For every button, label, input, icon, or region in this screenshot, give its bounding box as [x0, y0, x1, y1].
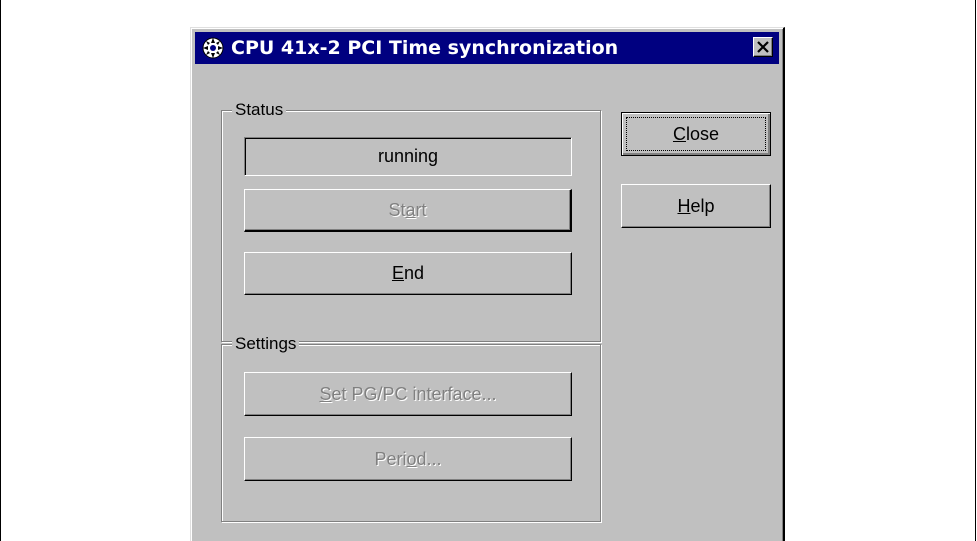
start-button[interactable]: St a rt: [244, 189, 572, 232]
status-group: Status running St a rt End: [221, 100, 601, 342]
settings-group: Settings Set PG/PC interface... Peri o d..…: [221, 334, 601, 522]
help-button[interactable]: Help: [621, 184, 771, 228]
status-display: running: [244, 137, 572, 176]
set-pg-pc-interface-button[interactable]: Set PG/PC interface...: [244, 372, 572, 416]
dialog-title: CPU 41x-2 PCI Time synchronization: [231, 37, 619, 59]
time-sync-icon: [202, 37, 224, 59]
close-window-button[interactable]: [753, 37, 773, 57]
close-button[interactable]: Close: [621, 112, 771, 156]
period-button[interactable]: Peri o d...: [244, 437, 572, 481]
status-value: running: [377, 146, 439, 166]
time-sync-dialog: CPU 41x-2 PCI Time synchronization Statu…: [190, 27, 785, 541]
title-bar[interactable]: CPU 41x-2 PCI Time synchronization: [195, 32, 779, 64]
end-button[interactable]: End: [244, 252, 572, 295]
settings-group-label: Settings: [232, 334, 300, 354]
status-group-label: Status: [232, 100, 287, 120]
